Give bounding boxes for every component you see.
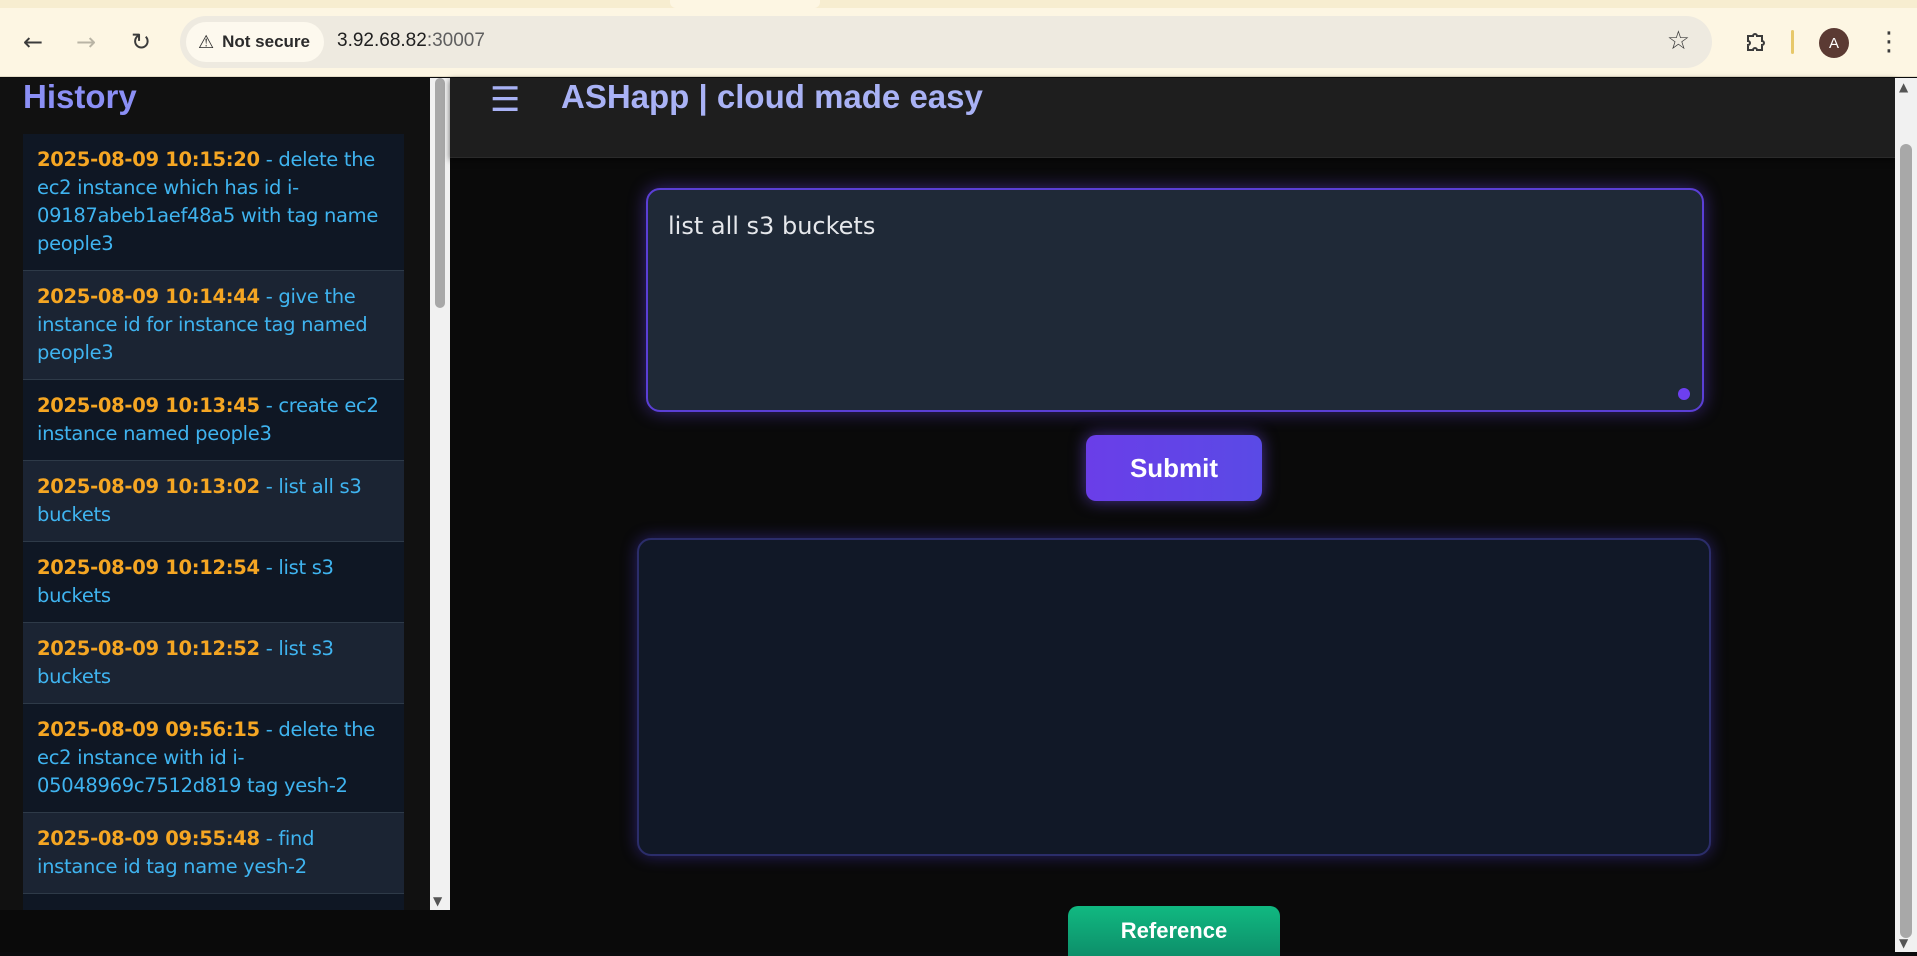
url-text[interactable]: 3.92.68.82:30007 bbox=[337, 30, 485, 52]
bookmark-star-icon[interactable]: ☆ bbox=[1667, 26, 1690, 56]
profile-avatar[interactable]: A bbox=[1819, 28, 1849, 58]
hamburger-menu-icon[interactable]: ☰ bbox=[490, 80, 520, 120]
app-title: ASHapp | cloud made easy bbox=[561, 78, 983, 115]
history-list: 2025-08-09 10:15:20 - delete the ec2 ins… bbox=[23, 134, 404, 910]
sidebar-scroll-thumb[interactable] bbox=[435, 78, 445, 308]
response-output bbox=[637, 538, 1711, 856]
submit-button[interactable]: Submit bbox=[1086, 435, 1262, 501]
history-item[interactable]: 2025-08-09 10:12:52 - list s3 buckets bbox=[23, 623, 404, 704]
puzzle-icon bbox=[1747, 33, 1765, 51]
browser-toolbar: ← → ↻ ⚠ Not secure 3.92.68.82:30007 ☆ A … bbox=[0, 0, 1917, 77]
address-bar[interactable]: ⚠ Not secure 3.92.68.82:30007 ☆ bbox=[180, 16, 1712, 68]
resize-handle[interactable] bbox=[1678, 388, 1690, 400]
security-label: Not secure bbox=[222, 32, 311, 51]
app-header: ☰ ASHapp | cloud made easy bbox=[450, 78, 1895, 158]
history-item[interactable]: 2025-08-09 10:12:54 - list s3 buckets bbox=[23, 542, 404, 623]
tab-strip bbox=[0, 0, 1917, 8]
prompt-textarea[interactable]: list all s3 buckets bbox=[646, 188, 1704, 412]
sidebar-scrollbar[interactable]: ▼ bbox=[430, 78, 450, 910]
history-timestamp: 2025-08-09 09:56:15 bbox=[37, 718, 260, 741]
main-content: ☰ ASHapp | cloud made easy list all s3 b… bbox=[450, 78, 1895, 956]
history-timestamp: 2025-08-09 09:55:48 bbox=[37, 827, 260, 850]
toolbar-divider bbox=[1791, 30, 1794, 54]
warning-icon: ⚠ bbox=[198, 31, 215, 52]
page-scroll-thumb[interactable] bbox=[1900, 144, 1912, 938]
url-port: :30007 bbox=[426, 30, 485, 51]
history-title: History bbox=[23, 78, 137, 115]
history-item[interactable]: 2025-08-09 09:55:48 - find instance id t… bbox=[23, 813, 404, 894]
history-item[interactable]: 2025-08-09 10:15:20 - delete the ec2 ins… bbox=[23, 134, 404, 271]
history-timestamp: 2025-08-09 10:13:02 bbox=[37, 475, 260, 498]
sidebar-bottom-strip bbox=[0, 910, 450, 952]
history-timestamp: 2025-08-09 10:15:20 bbox=[37, 148, 260, 171]
forward-icon[interactable]: → bbox=[66, 22, 106, 62]
page-scroll-down-icon[interactable]: ▼ bbox=[1899, 936, 1908, 950]
prompt-text: list all s3 buckets bbox=[668, 212, 876, 240]
history-item[interactable]: 2025-08-09 10:14:44 - give the instance … bbox=[23, 271, 404, 380]
security-chip[interactable]: ⚠ Not secure bbox=[186, 22, 325, 62]
sidebar-scroll-down-icon[interactable]: ▼ bbox=[433, 894, 442, 908]
history-timestamp: 2025-08-09 10:12:52 bbox=[37, 637, 260, 660]
page-scroll-up-icon[interactable]: ▲ bbox=[1899, 80, 1908, 94]
history-item[interactable]: 2025-08-09 09:56:15 - delete the ec2 ins… bbox=[23, 704, 404, 813]
history-item[interactable]: 2025-08-09 10:13:02 - list all s3 bucket… bbox=[23, 461, 404, 542]
history-item[interactable]: 2025-08-09 09:54:30 - delete bbox=[23, 894, 404, 910]
reference-button[interactable]: Reference bbox=[1068, 906, 1280, 956]
extensions-icon[interactable] bbox=[1736, 22, 1776, 62]
active-tab-edge[interactable] bbox=[670, 0, 820, 8]
history-sidebar: History 2025-08-09 10:15:20 - delete the… bbox=[0, 78, 430, 910]
history-timestamp: 2025-08-09 10:13:45 bbox=[37, 394, 260, 417]
history-timestamp: 2025-08-09 10:12:54 bbox=[37, 556, 260, 579]
back-icon[interactable]: ← bbox=[13, 22, 53, 62]
browser-menu-icon[interactable]: ⋮ bbox=[1874, 22, 1904, 62]
page-scrollbar[interactable]: ▲ ▼ bbox=[1895, 78, 1917, 952]
history-item[interactable]: 2025-08-09 10:13:45 - create ec2 instanc… bbox=[23, 380, 404, 461]
reload-icon[interactable]: ↻ bbox=[121, 22, 161, 62]
url-host: 3.92.68.82 bbox=[337, 30, 427, 51]
history-timestamp: 2025-08-09 10:14:44 bbox=[37, 285, 260, 308]
